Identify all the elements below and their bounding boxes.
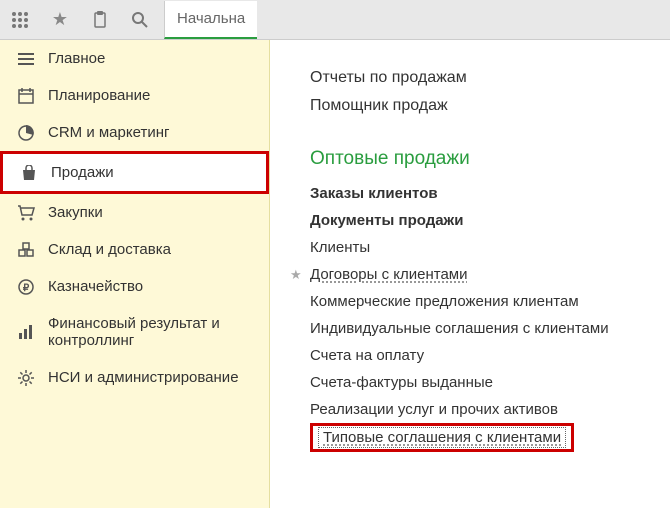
content-panel: Отчеты по продажам Помощник продаж Оптов… <box>270 40 670 508</box>
apps-icon[interactable] <box>0 0 40 40</box>
menu-item-standard-agreements[interactable]: Типовые соглашения с клиентами <box>310 423 574 452</box>
menu-list-wholesale: Заказы клиентов Документы продажи Клиент… <box>310 180 670 452</box>
sidebar-item-label: Казначейство <box>48 278 143 295</box>
tab-start[interactable]: Начальна <box>164 1 257 39</box>
menu-item-service-sales[interactable]: Реализации услуг и прочих активов <box>310 396 670 423</box>
link-sales-reports[interactable]: Отчеты по продажам <box>310 64 670 92</box>
sidebar-item-label: CRM и маркетинг <box>48 124 169 141</box>
tab-label: Начальна <box>177 10 245 27</box>
sidebar-item-label: Склад и доставка <box>48 241 171 258</box>
sidebar-item-warehouse[interactable]: Склад и доставка <box>0 231 269 268</box>
sidebar-item-admin[interactable]: НСИ и администрирование <box>0 359 269 396</box>
sidebar-item-main[interactable]: Главное <box>0 40 269 77</box>
sidebar-item-label: Главное <box>48 50 105 67</box>
menu-icon <box>14 52 38 66</box>
menu-item-customer-orders[interactable]: Заказы клиентов <box>310 180 670 207</box>
menu-item-invoices[interactable]: Счета на оплату <box>310 342 670 369</box>
sidebar-item-label: НСИ и администрирование <box>48 369 239 386</box>
section-title-wholesale: Оптовые продажи <box>310 148 670 170</box>
ruble-icon: ₽ <box>14 279 38 295</box>
svg-text:₽: ₽ <box>23 283 30 294</box>
menu-item-individual-agreements[interactable]: Индивидуальные соглашения с клиентами <box>310 315 670 342</box>
menu-item-sales-documents[interactable]: Документы продажи <box>310 207 670 234</box>
star-icon[interactable]: ★ <box>40 0 80 40</box>
sidebar-item-label: Финансовый результат и контроллинг <box>48 315 255 349</box>
clipboard-icon[interactable] <box>80 0 120 40</box>
sidebar-item-label: Продажи <box>51 164 114 181</box>
warehouse-icon <box>14 242 38 258</box>
calendar-icon <box>14 88 38 104</box>
menu-item-issued-invoices[interactable]: Счета-фактуры выданные <box>310 369 670 396</box>
sidebar-item-label: Закупки <box>48 204 103 221</box>
sidebar: Главное Планирование CRM и маркетинг Про… <box>0 40 270 508</box>
pie-icon <box>14 125 38 141</box>
menu-item-customers[interactable]: Клиенты <box>310 234 670 261</box>
sidebar-item-sales[interactable]: Продажи <box>0 151 269 194</box>
menu-item-commercial-offers[interactable]: Коммерческие предложения клиентам <box>310 288 670 315</box>
sidebar-item-planning[interactable]: Планирование <box>0 77 269 114</box>
sidebar-item-crm[interactable]: CRM и маркетинг <box>0 114 269 151</box>
search-icon[interactable] <box>120 0 160 40</box>
cart-icon <box>14 205 38 221</box>
link-sales-assistant[interactable]: Помощник продаж <box>310 92 670 120</box>
sidebar-item-finance[interactable]: Финансовый результат и контроллинг <box>0 305 269 359</box>
chart-icon <box>14 324 38 340</box>
sidebar-item-purchases[interactable]: Закупки <box>0 194 269 231</box>
bag-icon <box>17 165 41 181</box>
sidebar-item-treasury[interactable]: ₽ Казначейство <box>0 268 269 305</box>
sidebar-item-label: Планирование <box>48 87 150 104</box>
toolbar: ★ Начальна <box>0 0 670 40</box>
menu-item-customer-contracts[interactable]: Договоры с клиентами <box>310 261 670 288</box>
gear-icon <box>14 370 38 386</box>
